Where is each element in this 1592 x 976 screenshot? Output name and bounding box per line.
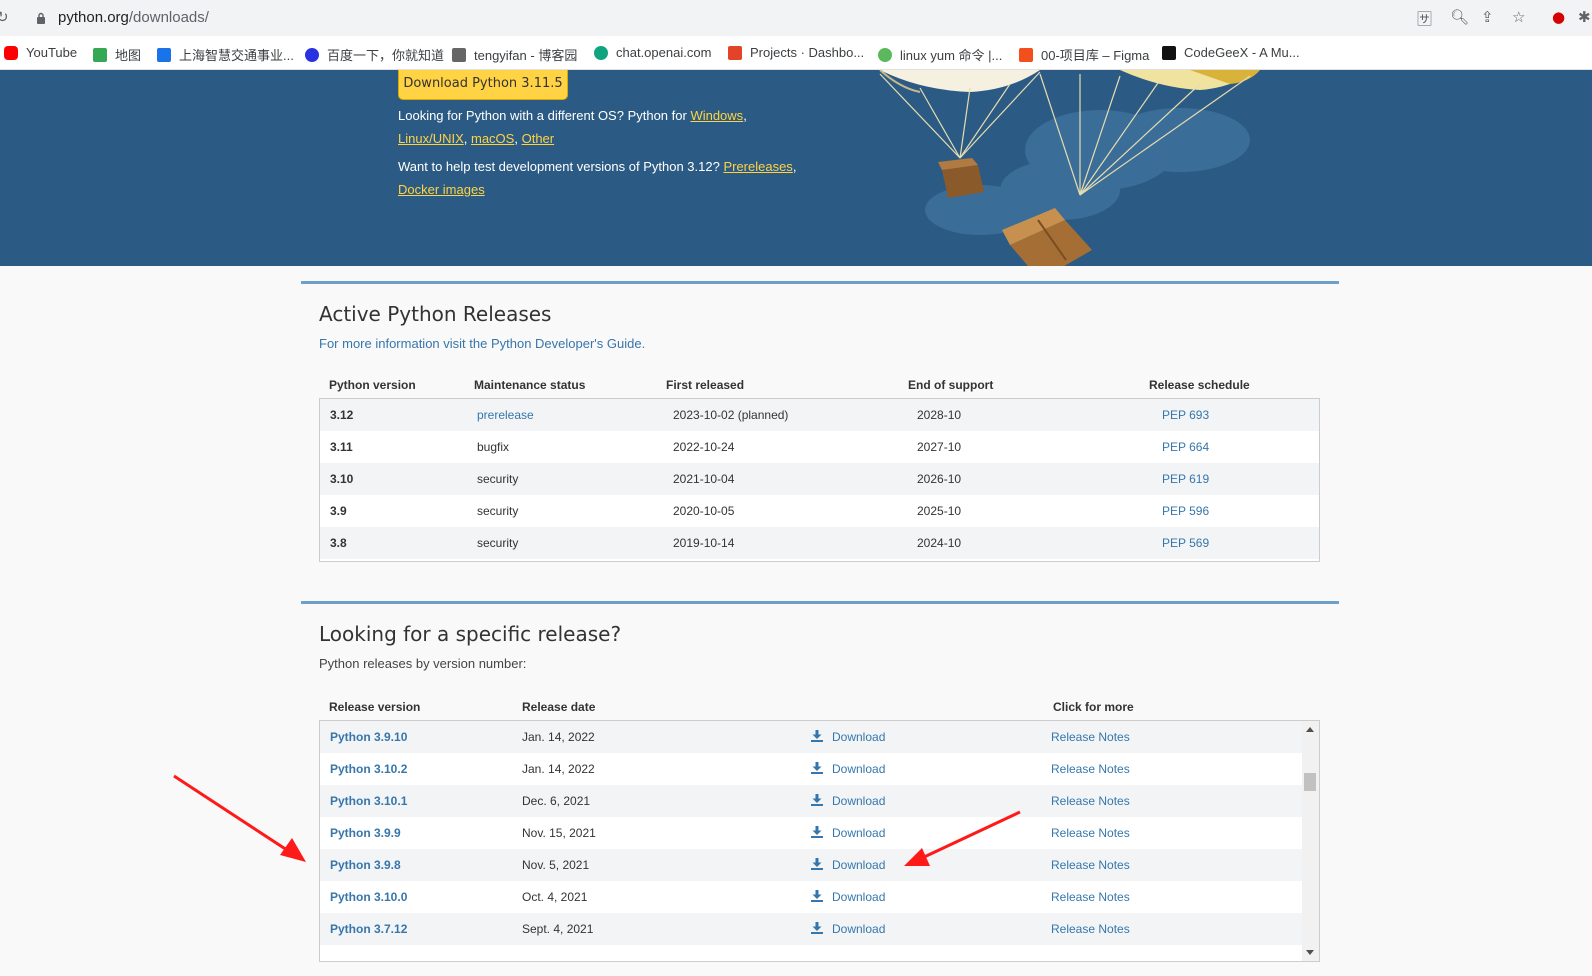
annotation-arrows bbox=[173, 774, 1021, 866]
annotation-arrow-right bbox=[904, 810, 1021, 866]
annotation-arrow-left bbox=[173, 774, 306, 862]
